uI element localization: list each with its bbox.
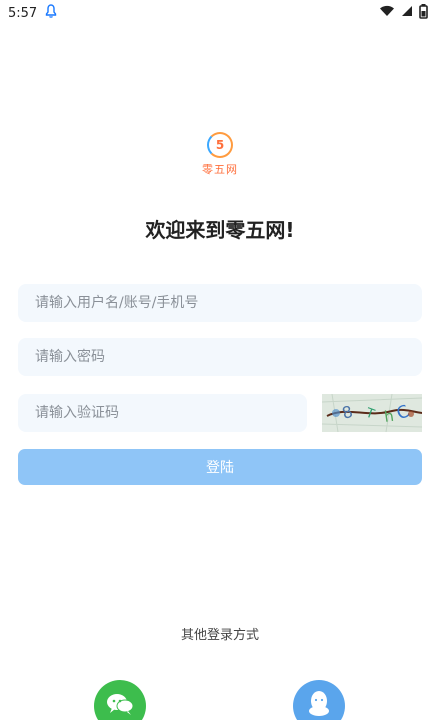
other-login-label: 其他登录方式 bbox=[180, 628, 259, 643]
captcha-input[interactable] bbox=[33, 393, 307, 433]
qq-login-button[interactable] bbox=[293, 680, 345, 720]
captcha-image[interactable]: 8 T h C bbox=[322, 394, 422, 432]
qq-icon bbox=[306, 689, 332, 720]
wifi-icon bbox=[379, 5, 395, 21]
login-screen: 5:57 5 零五网 欢迎来到零五网! 请输入用户名/账号/手机号 请输入验证码… bbox=[0, 0, 440, 720]
cellular-signal-icon bbox=[401, 5, 413, 21]
welcome-title: 欢迎来到零五网! bbox=[145, 218, 295, 242]
status-bar-left: 5:57 bbox=[8, 4, 57, 22]
logo-text: 零五网 bbox=[202, 162, 238, 176]
password-input[interactable] bbox=[33, 337, 422, 377]
captcha-field[interactable] bbox=[18, 393, 307, 433]
username-input[interactable] bbox=[33, 283, 422, 323]
app-logo: 5 零五网 bbox=[196, 128, 244, 180]
status-bar: 5:57 bbox=[0, 0, 440, 26]
login-button[interactable]: 登陆 bbox=[18, 449, 422, 485]
status-bar-right bbox=[379, 3, 428, 23]
logo-mark: 5 bbox=[207, 131, 233, 158]
password-field[interactable] bbox=[18, 337, 422, 377]
battery-icon bbox=[419, 3, 428, 23]
wechat-icon bbox=[104, 691, 136, 720]
username-field[interactable] bbox=[18, 283, 422, 323]
wechat-login-button[interactable] bbox=[94, 680, 146, 720]
status-time: 5:57 bbox=[8, 5, 38, 21]
notification-icon bbox=[45, 4, 57, 22]
